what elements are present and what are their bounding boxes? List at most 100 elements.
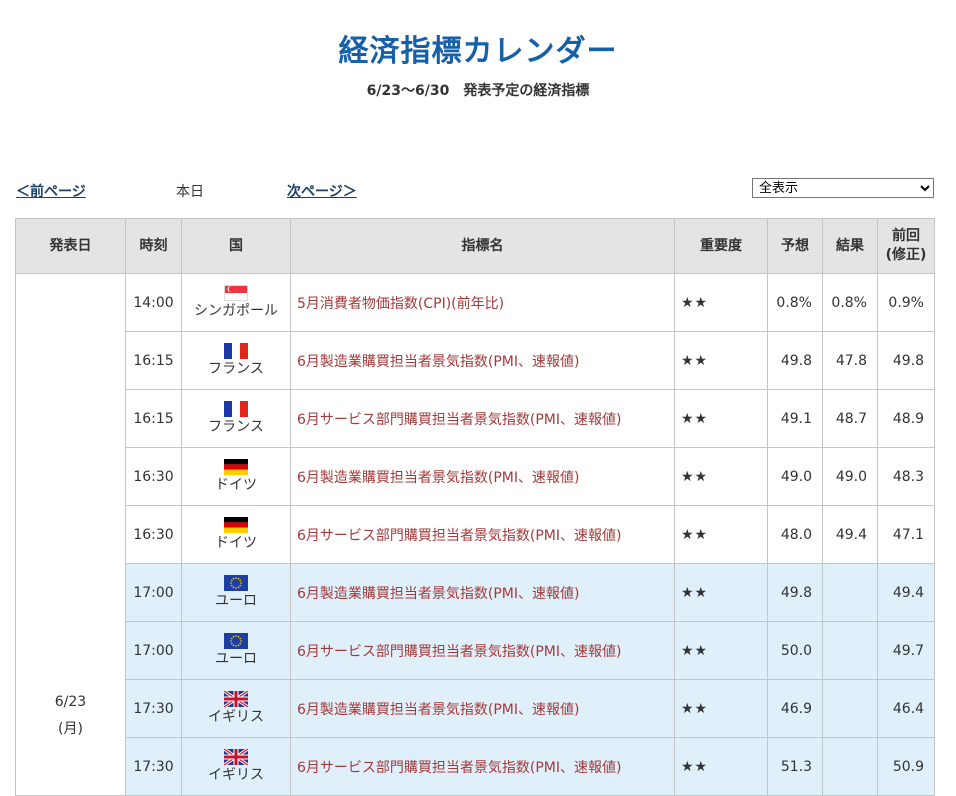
importance-stars: ★★ [674,389,768,448]
forecast-value: 49.8 [767,331,823,390]
header-forecast: 予想 [767,218,823,274]
table-row: 17:30 イギリス 6月サービス部門購買担当者景気指数(PMI、速報値) ★★ 51.… [16,737,935,796]
singapore-flag-icon [224,285,248,301]
forecast-value: 51.3 [767,737,823,796]
header-previous-label: 前回 [892,228,920,244]
forecast-value: 49.0 [767,447,823,506]
forecast-value: 0.8% [767,273,823,332]
country-cell: シンガポール [181,273,291,332]
previous-value: 0.9% [877,273,935,332]
header-time: 時刻 [125,218,182,274]
economic-calendar-table: 発表日 時刻 国 指標名 重要度 予想 結果 前回 (修正) 6/23 (月) 14… [15,218,935,796]
uk-flag-icon [224,691,248,707]
page-title: 経済指標カレンダー [338,34,618,69]
country-cell: ユーロ [181,621,291,680]
country-cell: フランス [181,331,291,390]
country-name: フランス [208,419,264,435]
forecast-value: 50.0 [767,621,823,680]
importance-stars: ★★ [674,621,768,680]
country-name: ユーロ [215,651,257,667]
france-flag-icon [224,343,248,359]
indicator-name-link[interactable]: 6月サービス部門購買担当者景気指数(PMI、速報値) [290,621,675,680]
time-cell: 17:30 [125,679,182,738]
indicator-name-link[interactable]: 6月製造業購買担当者景気指数(PMI、速報値) [290,679,675,738]
release-date-cell: 6/23 (月) [15,273,126,796]
country-name: ドイツ [215,535,257,551]
indicator-name-link[interactable]: 6月製造業購買担当者景気指数(PMI、速報値) [290,331,675,390]
country-name: イギリス [208,709,264,725]
result-value: 49.4 [822,505,878,564]
page-subtitle: 6/23〜6/30 発表予定の経済指標 [366,83,590,99]
country-name: ユーロ [215,593,257,609]
time-cell: 14:00 [125,273,182,332]
time-cell: 17:30 [125,737,182,796]
result-value [822,563,878,622]
forecast-value: 49.8 [767,563,823,622]
importance-stars: ★★ [674,563,768,622]
next-page-link[interactable]: 次ページ＞ [287,184,357,200]
importance-stars: ★★ [674,737,768,796]
previous-value: 49.7 [877,621,935,680]
importance-stars: ★★ [674,447,768,506]
uk-flag-icon [224,749,248,765]
eu-flag-icon [224,633,248,649]
country-name: フランス [208,361,264,377]
country-cell: フランス [181,389,291,448]
time-cell: 16:15 [125,331,182,390]
indicator-name-link[interactable]: 6月製造業購買担当者景気指数(PMI、速報値) [290,563,675,622]
previous-value: 46.4 [877,679,935,738]
header-indicator-name: 指標名 [290,218,675,274]
header-date: 発表日 [15,218,126,274]
table-row: 6/23 (月) 14:00 シンガポール 5月消費者物価指数(CPI)(前年比) ★★ 0… [15,273,935,796]
forecast-value: 48.0 [767,505,823,564]
previous-value: 49.4 [877,563,935,622]
table-header-row: 発表日 時刻 国 指標名 重要度 予想 結果 前回 (修正) [15,218,935,274]
indicator-name-link[interactable]: 5月消費者物価指数(CPI)(前年比) [290,273,675,332]
result-value: 0.8% [822,273,878,332]
eu-flag-icon [224,575,248,591]
importance-stars: ★★ [674,505,768,564]
release-date: 6/23 [54,694,87,710]
prev-page-nav: ＜前ページ [16,181,86,201]
table-row: 16:30 ドイツ 6月製造業購買担当者景気指数(PMI、速報値) ★★ 49.0 49.… [16,447,935,506]
forecast-value: 49.1 [767,389,823,448]
table-row: 17:00 ユーロ 6月サービス部門購買担当者景気指数(PMI、速報値) ★★ 50.0… [16,621,935,680]
result-value [822,621,878,680]
country-name: ドイツ [215,477,257,493]
country-name: イギリス [208,767,264,783]
germany-flag-icon [224,517,248,533]
table-body: 6/23 (月) 14:00 シンガポール 5月消費者物価指数(CPI)(前年比) ★★ 0… [15,273,935,796]
result-value: 49.0 [822,447,878,506]
country-cell: イギリス [181,679,291,738]
importance-stars: ★★ [674,273,768,332]
display-filter-select[interactable]: 全表示 [752,178,934,198]
table-row: 17:00 ユーロ 6月製造業購買担当者景気指数(PMI、速報値) ★★ 49.8 49.… [16,563,935,622]
previous-value: 48.3 [877,447,935,506]
header-previous: 前回 (修正) [877,218,935,274]
time-cell: 17:00 [125,621,182,680]
table-row: 16:15 フランス 6月サービス部門購買担当者景気指数(PMI、速報値) ★★ 49.… [16,389,935,448]
header-previous-revised-label: (修正) [885,247,927,263]
today-label[interactable]: 本日 [176,181,204,201]
result-value [822,679,878,738]
indicator-name-link[interactable]: 6月製造業購買担当者景気指数(PMI、速報値) [290,447,675,506]
country-name: シンガポール [194,303,278,319]
country-cell: ドイツ [181,505,291,564]
previous-value: 50.9 [877,737,935,796]
table-row: 17:30 イギリス 6月製造業購買担当者景気指数(PMI、速報値) ★★ 46.9 46… [16,679,935,738]
prev-page-link[interactable]: ＜前ページ [16,184,86,200]
release-weekday: (月) [58,721,83,737]
header-importance: 重要度 [674,218,768,274]
indicator-name-link[interactable]: 6月サービス部門購買担当者景気指数(PMI、速報値) [290,737,675,796]
indicator-name-link[interactable]: 6月サービス部門購買担当者景気指数(PMI、速報値) [290,505,675,564]
time-cell: 16:30 [125,505,182,564]
result-value [822,737,878,796]
previous-value: 48.9 [877,389,935,448]
time-cell: 16:15 [125,389,182,448]
header-country: 国 [181,218,291,274]
indicator-name-link[interactable]: 6月サービス部門購買担当者景気指数(PMI、速報値) [290,389,675,448]
result-value: 47.8 [822,331,878,390]
importance-stars: ★★ [674,331,768,390]
next-page-nav: 次ページ＞ [287,181,357,201]
importance-stars: ★★ [674,679,768,738]
